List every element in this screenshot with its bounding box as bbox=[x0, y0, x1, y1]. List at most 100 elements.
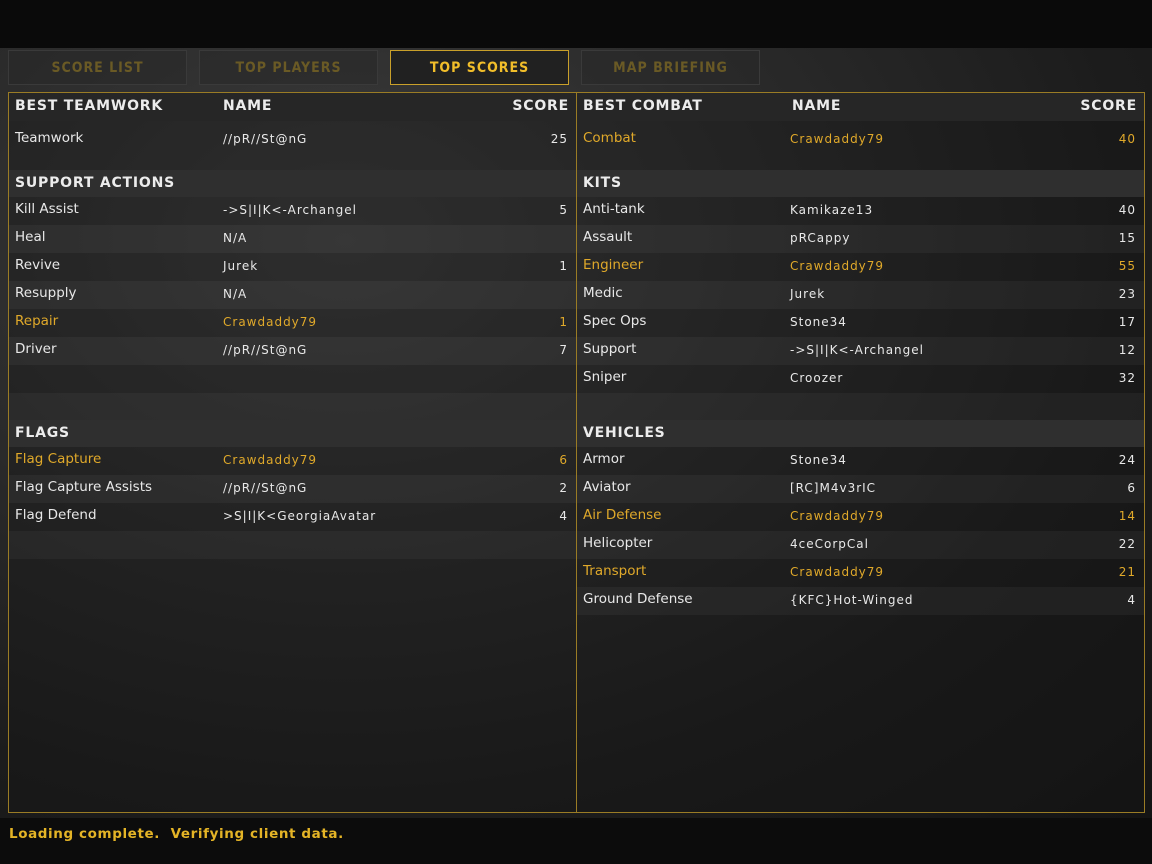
score-row: Flag Capture Crawdaddy79 6 bbox=[9, 447, 576, 475]
flags-section: FLAGS bbox=[9, 420, 576, 447]
player-name: Crawdaddy79 bbox=[790, 509, 885, 523]
player-name: //pR//St@nG bbox=[223, 481, 308, 495]
tab-score-list[interactable]: SCORE LIST bbox=[8, 50, 187, 85]
player-name: //pR//St@nG bbox=[223, 132, 308, 146]
score-row: Air Defense Crawdaddy79 14 bbox=[577, 503, 1144, 531]
status-text: Loading complete. Verifying client data. bbox=[9, 826, 344, 842]
best-combat-header: BEST COMBAT NAME SCORE bbox=[577, 93, 1144, 121]
score-row: Flag Defend >S|I|K<GeorgiaAvatar 4 bbox=[9, 503, 576, 531]
score-row: Driver //pR//St@nG 7 bbox=[9, 337, 576, 365]
player-name: Stone34 bbox=[790, 453, 847, 467]
category-label: Combat bbox=[583, 130, 636, 146]
score-value: 40 bbox=[1118, 132, 1136, 146]
player-name: 4ceCorpCal bbox=[790, 537, 869, 551]
score-value: 14 bbox=[1118, 509, 1136, 523]
score-value: 6 bbox=[559, 453, 568, 467]
score-value: 22 bbox=[1118, 537, 1136, 551]
category-label: Ground Defense bbox=[583, 591, 693, 607]
score-value: 4 bbox=[559, 509, 568, 523]
player-name: {KFC}Hot-Winged bbox=[790, 593, 914, 607]
score-heading: SCORE bbox=[1080, 98, 1137, 114]
tab-top-scores[interactable]: TOP SCORES bbox=[390, 50, 569, 85]
score-row: Support ->S|I|K<-Archangel 12 bbox=[577, 337, 1144, 365]
category-label: Driver bbox=[15, 341, 57, 357]
player-name: Crawdaddy79 bbox=[223, 453, 318, 467]
category-label: Engineer bbox=[583, 257, 644, 273]
score-value: 40 bbox=[1118, 203, 1136, 217]
score-value: 12 bbox=[1118, 343, 1136, 357]
category-label: Assault bbox=[583, 229, 633, 245]
score-value: 25 bbox=[550, 132, 568, 146]
score-row: Kill Assist ->S|I|K<-Archangel 5 bbox=[9, 197, 576, 225]
section-title: SUPPORT ACTIONS bbox=[15, 175, 176, 191]
category-label: Transport bbox=[583, 563, 647, 579]
score-row: Sniper Croozer 32 bbox=[577, 365, 1144, 393]
score-row: Helicopter 4ceCorpCal 22 bbox=[577, 531, 1144, 559]
category-label: Repair bbox=[15, 313, 59, 329]
score-row: Flag Capture Assists //pR//St@nG 2 bbox=[9, 475, 576, 503]
vehicles-section: VEHICLES bbox=[577, 420, 1144, 447]
score-value: 55 bbox=[1118, 259, 1136, 273]
category-label: Kill Assist bbox=[15, 201, 79, 217]
score-value: 1 bbox=[559, 259, 568, 273]
kits-section: KITS bbox=[577, 170, 1144, 197]
score-row: Ground Defense {KFC}Hot-Winged 4 bbox=[577, 587, 1144, 615]
player-name: Stone34 bbox=[790, 315, 847, 329]
score-row: Revive Jurek 1 bbox=[9, 253, 576, 281]
player-name: N/A bbox=[223, 231, 248, 245]
score-value: 15 bbox=[1118, 231, 1136, 245]
category-label: Flag Capture bbox=[15, 451, 102, 467]
category-heading: BEST COMBAT bbox=[583, 98, 703, 114]
score-row: Aviator [RC]M4v3rIC 6 bbox=[577, 475, 1144, 503]
score-value: 23 bbox=[1118, 287, 1136, 301]
empty-row bbox=[9, 393, 576, 421]
top-bar bbox=[0, 0, 1152, 48]
score-row: Resupply N/A bbox=[9, 281, 576, 309]
score-value: 24 bbox=[1118, 453, 1136, 467]
player-name: ->S|I|K<-Archangel bbox=[790, 343, 924, 357]
player-name: [RC]M4v3rIC bbox=[790, 481, 877, 495]
player-name: Crawdaddy79 bbox=[790, 565, 885, 579]
score-row: Engineer Crawdaddy79 55 bbox=[577, 253, 1144, 281]
player-name: //pR//St@nG bbox=[223, 343, 308, 357]
category-label: Resupply bbox=[15, 285, 77, 301]
player-name: pRCappy bbox=[790, 231, 851, 245]
empty-row bbox=[9, 559, 576, 587]
empty-row bbox=[9, 365, 576, 393]
best-teamwork-header: BEST TEAMWORK NAME SCORE bbox=[9, 93, 576, 121]
score-row: Combat Crawdaddy79 40 bbox=[577, 126, 1144, 154]
category-label: Medic bbox=[583, 285, 623, 301]
tab-map-briefing[interactable]: MAP BRIEFING bbox=[581, 50, 760, 85]
score-row: Heal N/A bbox=[9, 225, 576, 253]
category-label: Sniper bbox=[583, 369, 627, 385]
category-label: Flag Defend bbox=[15, 507, 97, 523]
tab-top-players[interactable]: TOP PLAYERS bbox=[199, 50, 378, 85]
score-row: Transport Crawdaddy79 21 bbox=[577, 559, 1144, 587]
score-value: 6 bbox=[1127, 481, 1136, 495]
empty-row bbox=[577, 393, 1144, 421]
right-score-panel: BEST COMBAT NAME SCORE Combat Crawdaddy79… bbox=[576, 92, 1145, 813]
name-heading: NAME bbox=[792, 98, 842, 114]
player-name: Croozer bbox=[790, 371, 844, 385]
score-value: 4 bbox=[1127, 593, 1136, 607]
score-value: 21 bbox=[1118, 565, 1136, 579]
category-label: Heal bbox=[15, 229, 46, 245]
player-name: Kamikaze13 bbox=[790, 203, 874, 217]
score-value: 5 bbox=[559, 203, 568, 217]
score-row: Armor Stone34 24 bbox=[577, 447, 1144, 475]
player-name: ->S|I|K<-Archangel bbox=[223, 203, 357, 217]
category-label: Revive bbox=[15, 257, 61, 273]
category-heading: BEST TEAMWORK bbox=[15, 98, 163, 114]
player-name: Jurek bbox=[790, 287, 826, 301]
score-value: 2 bbox=[559, 481, 568, 495]
empty-row bbox=[9, 531, 576, 559]
name-heading: NAME bbox=[223, 98, 273, 114]
score-row: Anti-tank Kamikaze13 40 bbox=[577, 197, 1144, 225]
player-name: Crawdaddy79 bbox=[790, 132, 885, 146]
score-value: 32 bbox=[1118, 371, 1136, 385]
category-label: Teamwork bbox=[15, 130, 84, 146]
player-name: Crawdaddy79 bbox=[790, 259, 885, 273]
section-title: VEHICLES bbox=[583, 425, 666, 441]
score-value: 17 bbox=[1118, 315, 1136, 329]
score-row: Spec Ops Stone34 17 bbox=[577, 309, 1144, 337]
